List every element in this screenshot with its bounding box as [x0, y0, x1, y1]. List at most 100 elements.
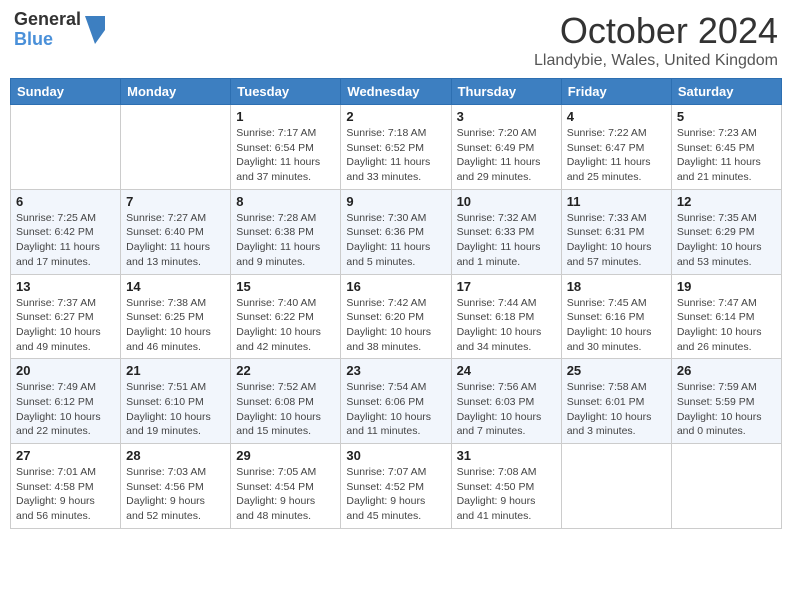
day-number: 29 — [236, 448, 335, 463]
calendar-cell: 16 Sunrise: 7:42 AM Sunset: 6:20 PM Dayli… — [341, 274, 451, 359]
calendar-cell: 9 Sunrise: 7:30 AM Sunset: 6:36 PM Daylig… — [341, 189, 451, 274]
weekday-header: Monday — [121, 79, 231, 105]
calendar-cell — [561, 444, 671, 529]
calendar-cell: 10 Sunrise: 7:32 AM Sunset: 6:33 PM Dayli… — [451, 189, 561, 274]
day-info: Sunrise: 7:38 AM Sunset: 6:25 PM Dayligh… — [126, 296, 225, 355]
day-info: Sunrise: 7:17 AM Sunset: 6:54 PM Dayligh… — [236, 126, 335, 185]
day-number: 20 — [16, 363, 115, 378]
calendar-table: SundayMondayTuesdayWednesdayThursdayFrid… — [10, 78, 782, 529]
title-block: October 2024 Llandybie, Wales, United Ki… — [534, 10, 778, 70]
day-number: 4 — [567, 109, 666, 124]
day-info: Sunrise: 7:25 AM Sunset: 6:42 PM Dayligh… — [16, 211, 115, 270]
day-number: 21 — [126, 363, 225, 378]
location-title: Llandybie, Wales, United Kingdom — [534, 52, 778, 70]
day-info: Sunrise: 7:23 AM Sunset: 6:45 PM Dayligh… — [677, 126, 776, 185]
day-info: Sunrise: 7:51 AM Sunset: 6:10 PM Dayligh… — [126, 380, 225, 439]
calendar-cell: 4 Sunrise: 7:22 AM Sunset: 6:47 PM Daylig… — [561, 105, 671, 190]
logo-icon — [85, 16, 105, 44]
day-info: Sunrise: 7:42 AM Sunset: 6:20 PM Dayligh… — [346, 296, 445, 355]
day-info: Sunrise: 7:59 AM Sunset: 5:59 PM Dayligh… — [677, 380, 776, 439]
day-info: Sunrise: 7:27 AM Sunset: 6:40 PM Dayligh… — [126, 211, 225, 270]
calendar-week-row: 20 Sunrise: 7:49 AM Sunset: 6:12 PM Dayli… — [11, 359, 782, 444]
day-number: 11 — [567, 194, 666, 209]
logo: General Blue — [14, 10, 105, 50]
day-number: 28 — [126, 448, 225, 463]
calendar-week-row: 6 Sunrise: 7:25 AM Sunset: 6:42 PM Daylig… — [11, 189, 782, 274]
calendar-cell: 11 Sunrise: 7:33 AM Sunset: 6:31 PM Dayli… — [561, 189, 671, 274]
calendar-cell: 6 Sunrise: 7:25 AM Sunset: 6:42 PM Daylig… — [11, 189, 121, 274]
day-info: Sunrise: 7:22 AM Sunset: 6:47 PM Dayligh… — [567, 126, 666, 185]
weekday-header: Tuesday — [231, 79, 341, 105]
day-number: 17 — [457, 279, 556, 294]
day-info: Sunrise: 7:54 AM Sunset: 6:06 PM Dayligh… — [346, 380, 445, 439]
day-info: Sunrise: 7:45 AM Sunset: 6:16 PM Dayligh… — [567, 296, 666, 355]
page-header: General Blue October 2024 Llandybie, Wal… — [10, 10, 782, 70]
day-number: 24 — [457, 363, 556, 378]
day-number: 30 — [346, 448, 445, 463]
calendar-cell: 3Sunrise: 7:20 AM Sunset: 6:49 PM Daylig… — [451, 105, 561, 190]
day-number: 6 — [16, 194, 115, 209]
day-number: 3 — [457, 109, 556, 124]
calendar-week-row: 1Sunrise: 7:17 AM Sunset: 6:54 PM Daylig… — [11, 105, 782, 190]
logo-blue-text: Blue — [14, 30, 81, 50]
calendar-cell: 26 Sunrise: 7:59 AM Sunset: 5:59 PM Dayli… — [671, 359, 781, 444]
calendar-cell: 12 Sunrise: 7:35 AM Sunset: 6:29 PM Dayli… — [671, 189, 781, 274]
calendar-cell: 19Sunrise: 7:47 AM Sunset: 6:14 PM Dayli… — [671, 274, 781, 359]
day-info: Sunrise: 7:28 AM Sunset: 6:38 PM Dayligh… — [236, 211, 335, 270]
day-number: 23 — [346, 363, 445, 378]
calendar-cell: 20 Sunrise: 7:49 AM Sunset: 6:12 PM Dayli… — [11, 359, 121, 444]
calendar-cell: 5 Sunrise: 7:23 AM Sunset: 6:45 PM Daylig… — [671, 105, 781, 190]
day-info: Sunrise: 7:47 AM Sunset: 6:14 PM Dayligh… — [677, 296, 776, 355]
day-info: Sunrise: 7:32 AM Sunset: 6:33 PM Dayligh… — [457, 211, 556, 270]
day-info: Sunrise: 7:40 AM Sunset: 6:22 PM Dayligh… — [236, 296, 335, 355]
weekday-header: Saturday — [671, 79, 781, 105]
calendar-cell: 27Sunrise: 7:01 AM Sunset: 4:58 PM Dayli… — [11, 444, 121, 529]
calendar-cell: 17Sunrise: 7:44 AM Sunset: 6:18 PM Dayli… — [451, 274, 561, 359]
calendar-cell: 29 Sunrise: 7:05 AM Sunset: 4:54 PM Dayli… — [231, 444, 341, 529]
day-number: 7 — [126, 194, 225, 209]
day-info: Sunrise: 7:03 AM Sunset: 4:56 PM Dayligh… — [126, 465, 225, 524]
weekday-header: Friday — [561, 79, 671, 105]
calendar-cell: 1Sunrise: 7:17 AM Sunset: 6:54 PM Daylig… — [231, 105, 341, 190]
calendar-header-row: SundayMondayTuesdayWednesdayThursdayFrid… — [11, 79, 782, 105]
calendar-cell: 13 Sunrise: 7:37 AM Sunset: 6:27 PM Dayli… — [11, 274, 121, 359]
day-info: Sunrise: 7:33 AM Sunset: 6:31 PM Dayligh… — [567, 211, 666, 270]
day-number: 31 — [457, 448, 556, 463]
day-info: Sunrise: 7:49 AM Sunset: 6:12 PM Dayligh… — [16, 380, 115, 439]
day-number: 25 — [567, 363, 666, 378]
calendar-week-row: 13 Sunrise: 7:37 AM Sunset: 6:27 PM Dayli… — [11, 274, 782, 359]
logo-general-text: General — [14, 10, 81, 30]
calendar-cell: 8Sunrise: 7:28 AM Sunset: 6:38 PM Daylig… — [231, 189, 341, 274]
day-info: Sunrise: 7:18 AM Sunset: 6:52 PM Dayligh… — [346, 126, 445, 185]
calendar-cell: 28 Sunrise: 7:03 AM Sunset: 4:56 PM Dayli… — [121, 444, 231, 529]
day-number: 2 — [346, 109, 445, 124]
day-info: Sunrise: 7:52 AM Sunset: 6:08 PM Dayligh… — [236, 380, 335, 439]
day-number: 15 — [236, 279, 335, 294]
day-info: Sunrise: 7:05 AM Sunset: 4:54 PM Dayligh… — [236, 465, 335, 524]
day-number: 14 — [126, 279, 225, 294]
day-number: 27 — [16, 448, 115, 463]
day-info: Sunrise: 7:30 AM Sunset: 6:36 PM Dayligh… — [346, 211, 445, 270]
day-info: Sunrise: 7:37 AM Sunset: 6:27 PM Dayligh… — [16, 296, 115, 355]
day-number: 26 — [677, 363, 776, 378]
weekday-header: Thursday — [451, 79, 561, 105]
weekday-header: Wednesday — [341, 79, 451, 105]
weekday-header: Sunday — [11, 79, 121, 105]
calendar-cell: 21 Sunrise: 7:51 AM Sunset: 6:10 PM Dayli… — [121, 359, 231, 444]
calendar-cell — [671, 444, 781, 529]
calendar-cell: 24Sunrise: 7:56 AM Sunset: 6:03 PM Dayli… — [451, 359, 561, 444]
calendar-cell: 18 Sunrise: 7:45 AM Sunset: 6:16 PM Dayli… — [561, 274, 671, 359]
day-info: Sunrise: 7:35 AM Sunset: 6:29 PM Dayligh… — [677, 211, 776, 270]
day-info: Sunrise: 7:08 AM Sunset: 4:50 PM Dayligh… — [457, 465, 556, 524]
day-number: 10 — [457, 194, 556, 209]
day-number: 12 — [677, 194, 776, 209]
calendar-cell: 2 Sunrise: 7:18 AM Sunset: 6:52 PM Daylig… — [341, 105, 451, 190]
day-number: 9 — [346, 194, 445, 209]
day-number: 18 — [567, 279, 666, 294]
day-number: 16 — [346, 279, 445, 294]
calendar-cell: 30Sunrise: 7:07 AM Sunset: 4:52 PM Dayli… — [341, 444, 451, 529]
day-number: 13 — [16, 279, 115, 294]
calendar-cell: 15 Sunrise: 7:40 AM Sunset: 6:22 PM Dayli… — [231, 274, 341, 359]
calendar-week-row: 27Sunrise: 7:01 AM Sunset: 4:58 PM Dayli… — [11, 444, 782, 529]
day-number: 5 — [677, 109, 776, 124]
